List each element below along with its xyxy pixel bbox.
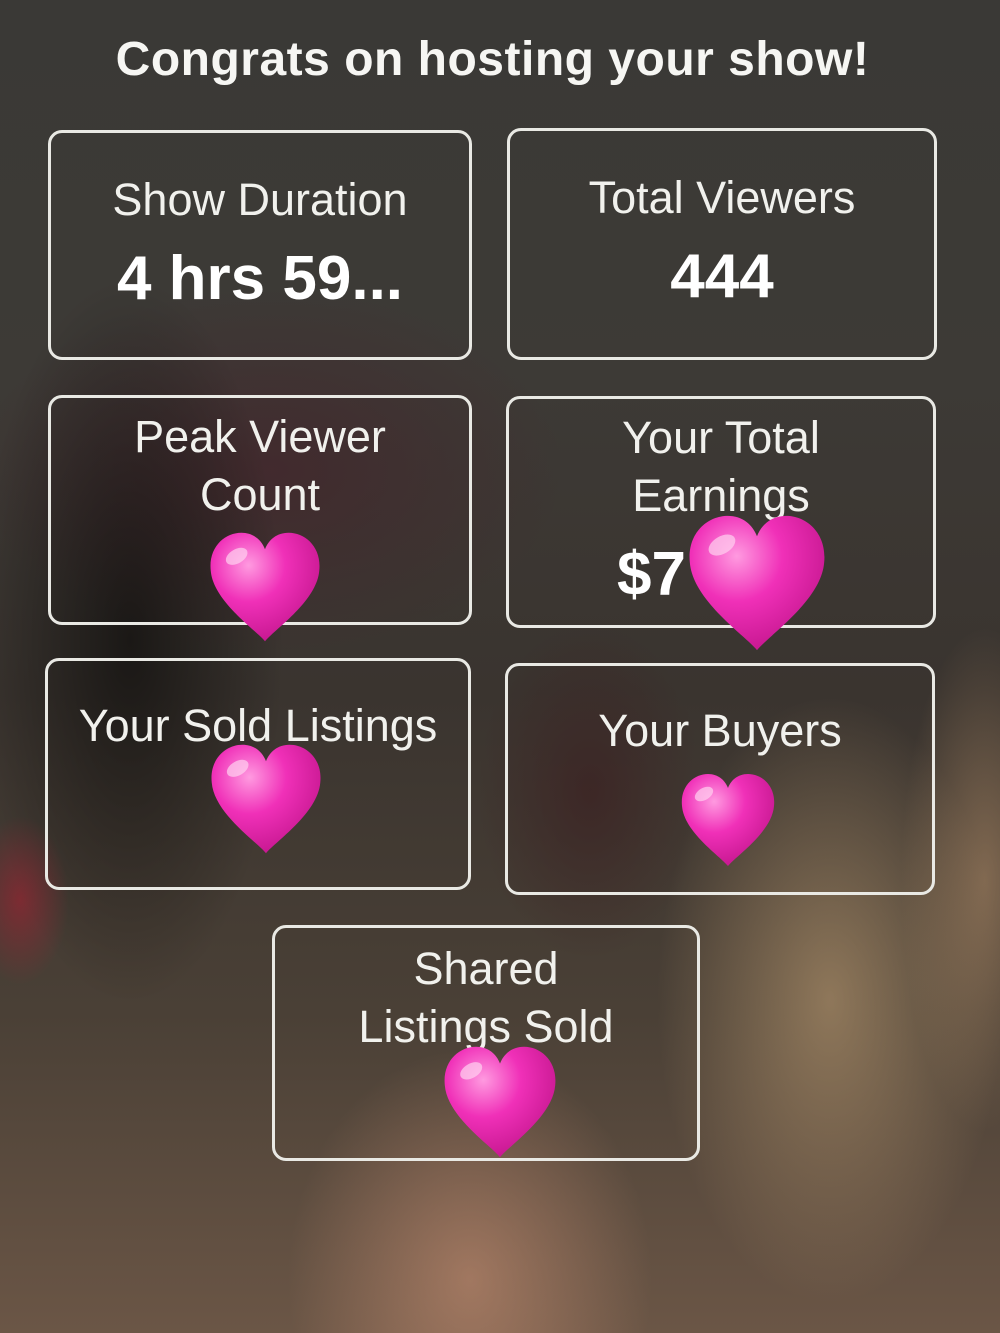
pink-heart-icon [204, 740, 328, 858]
page-title: Congrats on hosting your show! [115, 33, 870, 86]
peak-viewer-count-label-line1: Peak Viewer [134, 411, 386, 462]
show-duration-card: Show Duration 4 hrs 59... [48, 130, 472, 360]
show-duration-value: 4 hrs 59... [116, 244, 404, 313]
total-viewers-card: Total Viewers 444 [507, 128, 937, 360]
total-earnings-value-partial: $7 [617, 540, 686, 609]
total-viewers-value: 444 [670, 242, 774, 311]
pink-heart-icon [440, 1040, 560, 1164]
peak-viewer-count-label-line2: Count [199, 469, 321, 520]
buyers-label: Your Buyers [598, 705, 842, 756]
shared-listings-sold-label-line1: Shared [413, 943, 559, 994]
total-viewers-label: Total Viewers [588, 172, 856, 223]
pink-heart-icon [676, 770, 780, 870]
total-earnings-label-line1: Your Total [622, 412, 820, 463]
pink-heart-icon [684, 510, 830, 656]
show-duration-label: Show Duration [112, 174, 408, 225]
pink-heart-icon [205, 528, 325, 646]
